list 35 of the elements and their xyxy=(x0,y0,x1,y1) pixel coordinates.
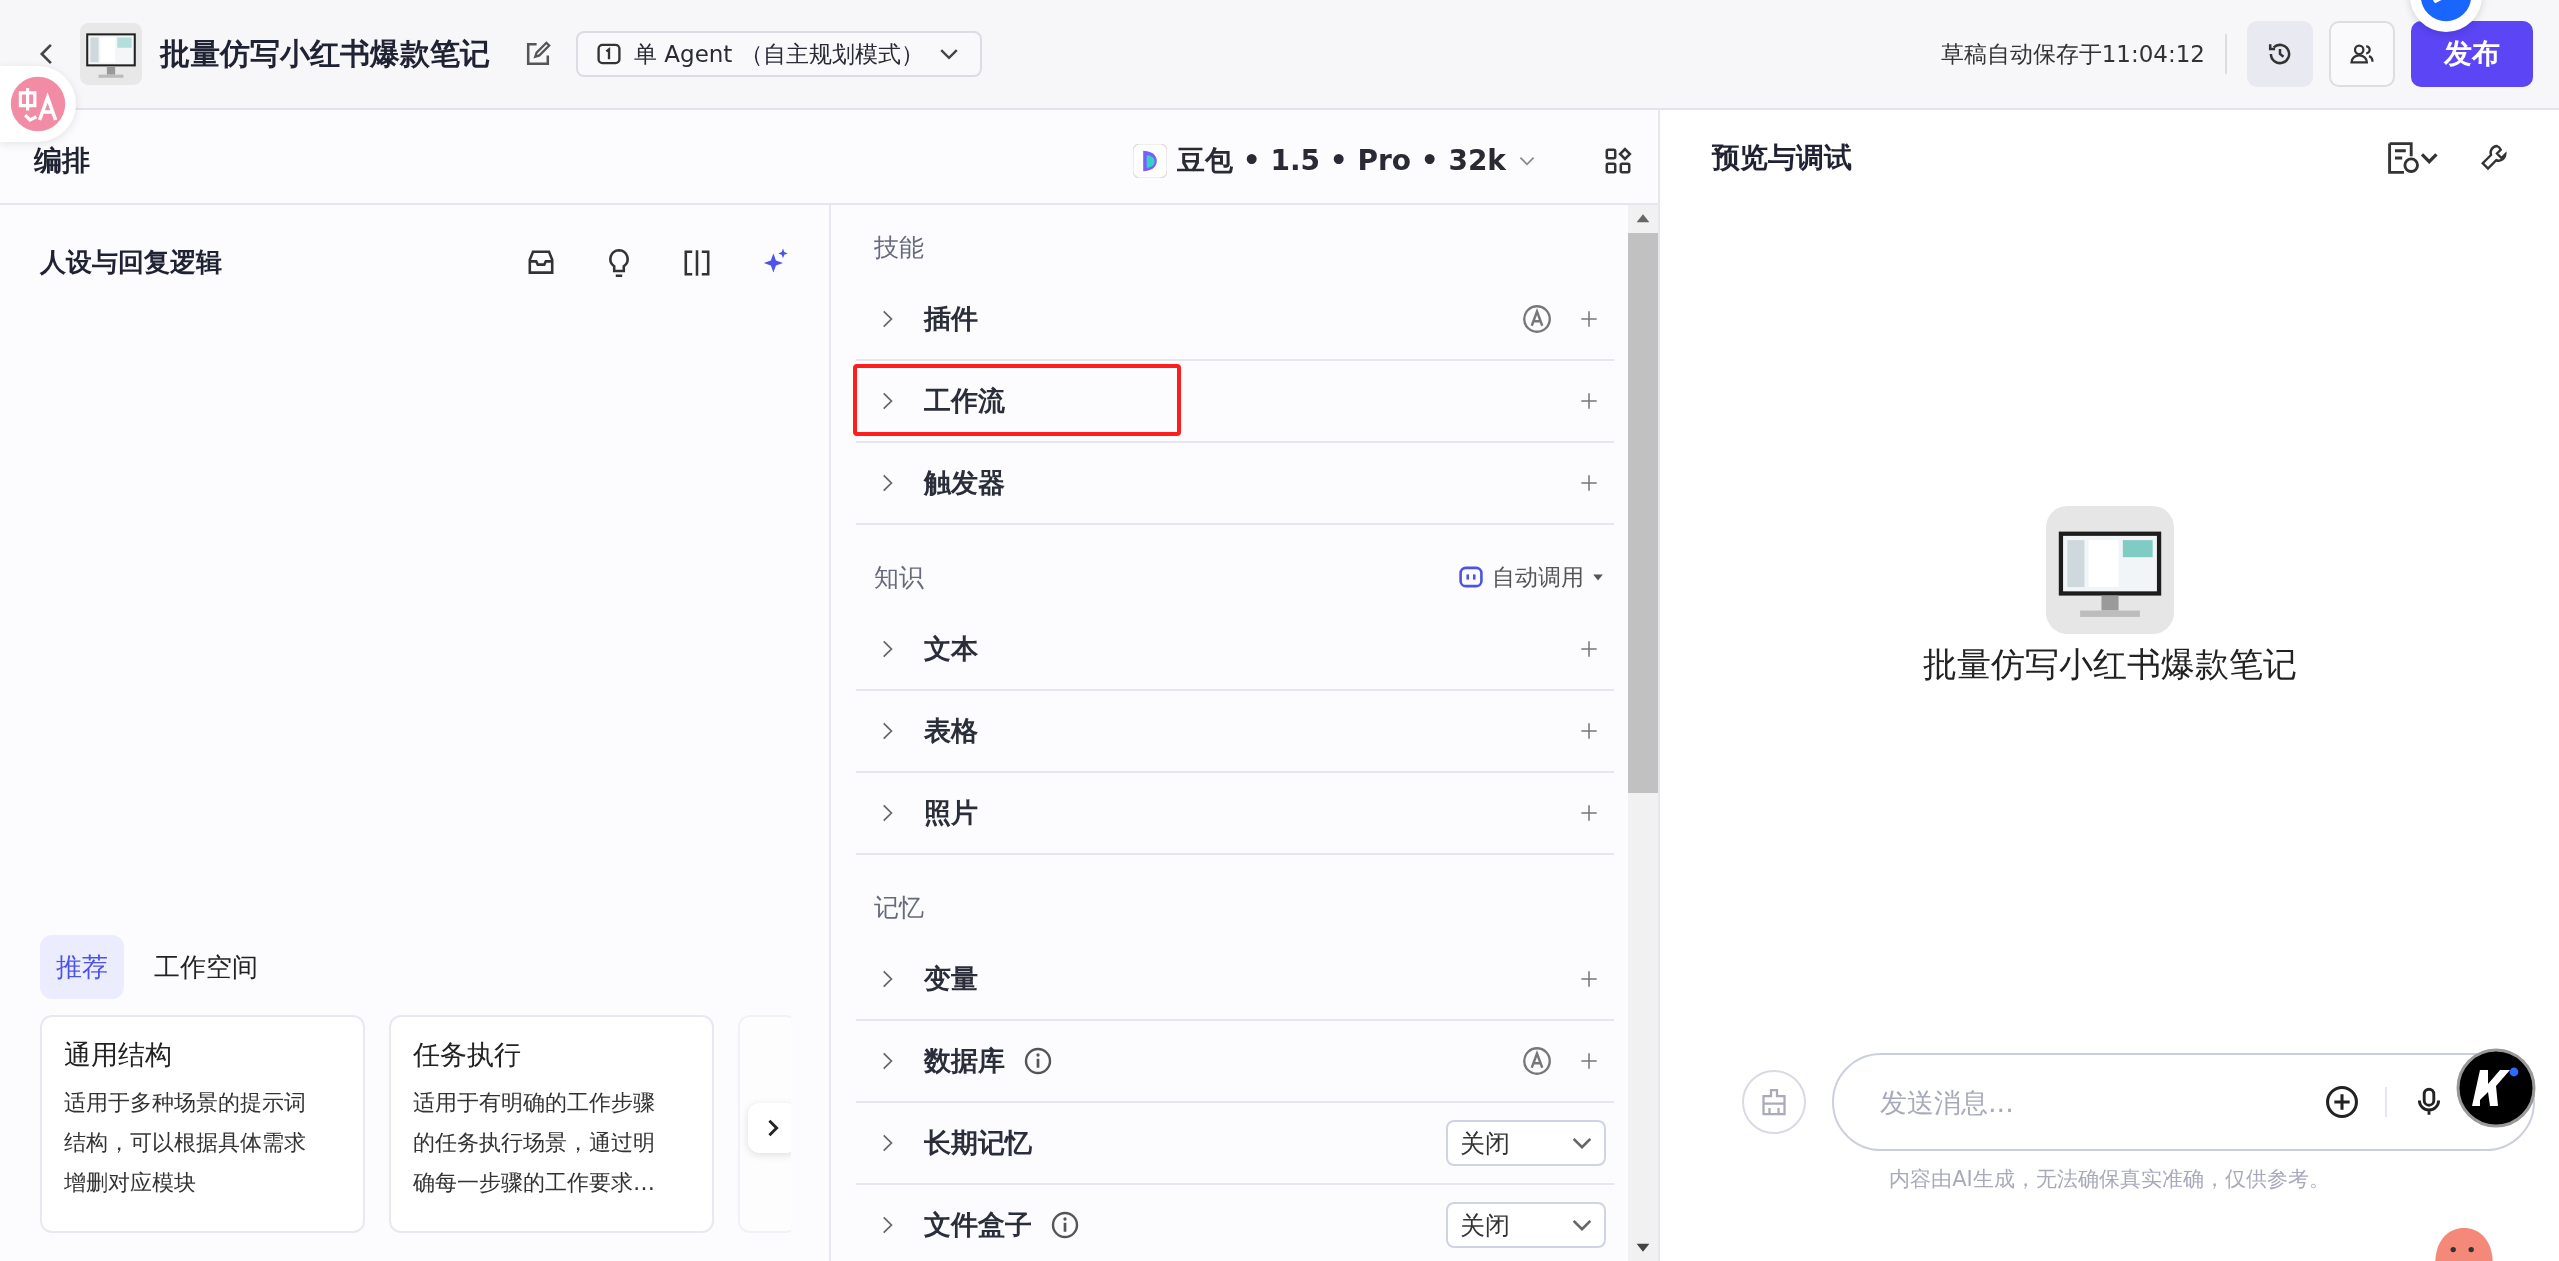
model-selector[interactable]: 豆包 • 1.5 • Pro • 32k xyxy=(1127,140,1544,181)
section-title: 知识 xyxy=(874,561,924,594)
template-title: 任务执行 xyxy=(413,1038,522,1072)
panel-title: 编排 xyxy=(34,142,90,179)
section-title: 人设与回复逻辑 xyxy=(40,246,222,279)
disclaimer: 内容由AI生成，无法确保真实准确，仅供参考。 xyxy=(1888,1166,2331,1193)
template-tab[interactable]: 推荐 xyxy=(40,935,124,999)
row-label[interactable]: 变量 xyxy=(924,961,978,997)
mode-dropdown[interactable]: 单 Agent （自主规划模式） xyxy=(576,31,982,77)
template-card[interactable]: 任务执行 适用于有明确的工作步骤的任务执行场景，通过明确每一步骤的工作要求… xyxy=(389,1015,714,1233)
row-label[interactable]: 表格 xyxy=(924,713,978,749)
status-dropdown[interactable]: 关闭 xyxy=(1446,1120,1606,1166)
template-card[interactable]: 通用结构 适用于多种场景的提示词结构，可以根据具体需求增删对应模块 xyxy=(40,1015,365,1233)
save-status: 草稿自动保存于11:04:12 xyxy=(1940,39,2205,69)
template-description: 适用于多种场景的提示词结构，可以根据具体需求增删对应模块 xyxy=(64,1089,307,1197)
row-label[interactable]: 长期记忆 xyxy=(924,1125,1032,1161)
publish-button[interactable]: 发布 xyxy=(2411,21,2533,87)
bot-name: 批量仿写小红书爆款笔记 xyxy=(1922,642,2297,686)
row-label[interactable]: 照片 xyxy=(924,795,978,831)
panel-title: 预览与调试 xyxy=(1712,139,1852,176)
section-title: 技能 xyxy=(874,231,924,264)
row-label[interactable]: 触发器 xyxy=(924,465,1005,501)
auto-call-dropdown[interactable]: 自动调用 xyxy=(1458,561,1604,593)
row-label[interactable]: 插件 xyxy=(924,301,978,337)
template-tab[interactable]: 工作空间 xyxy=(138,935,274,999)
section-title: 记忆 xyxy=(874,891,924,924)
row-label[interactable]: 工作流 xyxy=(924,383,1005,419)
status-dropdown[interactable]: 关闭 xyxy=(1446,1202,1606,1248)
message-input[interactable]: 发送消息... xyxy=(1878,1085,2325,1119)
row-label[interactable]: 文件盒子 xyxy=(924,1207,1032,1243)
template-description: 适用于有明确的工作步骤的任务执行场景，通过明确每一步骤的工作要求… xyxy=(413,1089,656,1197)
project-title: 批量仿写小红书爆款笔记 xyxy=(160,34,490,73)
template-title: 通用结构 xyxy=(64,1038,173,1072)
row-label[interactable]: 数据库 xyxy=(924,1043,1005,1079)
row-label[interactable]: 文本 xyxy=(924,631,978,667)
